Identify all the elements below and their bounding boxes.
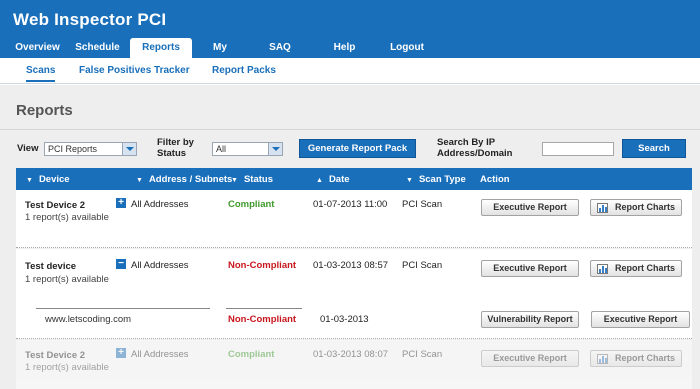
nav-help[interactable]: Help [317, 38, 372, 58]
col-status[interactable]: ▼ Status [231, 174, 273, 185]
status-select-value: All [216, 144, 227, 154]
subrow-date: 01-03-2013 [320, 314, 369, 325]
generate-report-pack-button[interactable]: Generate Report Pack [299, 139, 416, 158]
main-nav: Overview Schedule Reports My Account SAQ… [10, 38, 442, 73]
bar-chart-icon [597, 354, 608, 364]
view-select[interactable]: PCI Reports [44, 142, 137, 156]
reports-table: ▼ Device ▼ Address / Subnets ▼ Status ▲ Date… [16, 168, 692, 389]
app-title: Web Inspector PCI [13, 10, 167, 29]
status-select[interactable]: All [212, 142, 283, 156]
executive-report-button[interactable]: Executive Report [481, 260, 579, 277]
col-status-label: Status [243, 174, 273, 185]
col-device[interactable]: ▼ Device [26, 174, 70, 185]
search-label: Search By IP Address/Domain [437, 137, 513, 159]
subrow-status-badge: Non-Compliant [228, 314, 297, 325]
executive-report-button[interactable]: Executive Report [591, 311, 690, 328]
search-button[interactable]: Search [622, 139, 686, 158]
scan-date: 01-07-2013 11:00 [313, 199, 388, 210]
view-label: View [17, 143, 39, 154]
report-charts-label: Report Charts [614, 263, 675, 273]
sort-down-icon: ▼ [136, 177, 143, 184]
executive-report-button[interactable]: Executive Report [481, 350, 579, 367]
view-select-value: PCI Reports [48, 144, 98, 154]
col-scan-type[interactable]: ▼ Scan Type [406, 174, 466, 185]
page-title: Reports [16, 102, 73, 119]
scan-type: PCI Scan [402, 349, 443, 360]
sort-up-icon: ▲ [316, 177, 323, 184]
device-name: Test Device 2 [25, 350, 86, 361]
reports-available: 1 report(s) available [25, 274, 109, 285]
executive-report-button[interactable]: Executive Report [481, 199, 579, 216]
status-filter-label-line2: Status [157, 148, 187, 159]
divider [36, 308, 210, 309]
col-date-label: Date [328, 174, 350, 185]
nav-saq[interactable]: SAQ [248, 38, 312, 58]
status-badge: Compliant [228, 349, 275, 360]
col-action: Action [480, 174, 510, 185]
table-row: Test device 1 report(s) available − All … [16, 249, 692, 339]
col-address-label: Address / Subnets [148, 174, 233, 185]
address: All Addresses [131, 349, 189, 360]
bar-chart-icon [597, 264, 608, 274]
bar-chart-icon [597, 203, 608, 213]
divider [226, 308, 302, 309]
nav-logout[interactable]: Logout [372, 38, 442, 58]
nav-my-account[interactable]: My Account [192, 38, 248, 73]
subnav-report-packs[interactable]: Report Packs [212, 65, 276, 76]
report-charts-button[interactable]: Report Charts [590, 260, 682, 277]
expand-icon[interactable]: + [116, 348, 126, 358]
sub-nav: Scans False Positives Tracker Report Pac… [0, 58, 700, 84]
col-device-label: Device [38, 174, 70, 185]
report-charts-label: Report Charts [614, 353, 675, 363]
device-name: Test device [25, 261, 77, 272]
sort-down-icon: ▼ [26, 177, 33, 184]
collapse-icon[interactable]: − [116, 259, 126, 269]
table-header: ▼ Device ▼ Address / Subnets ▼ Status ▲ Date… [16, 168, 692, 190]
report-charts-button[interactable]: Report Charts [590, 199, 682, 216]
search-label-line2: Address/Domain [437, 148, 513, 159]
scan-type: PCI Scan [402, 199, 443, 210]
top-bar: Web Inspector PCI Overview Schedule Repo… [0, 0, 700, 73]
scan-type: PCI Scan [402, 260, 443, 271]
chevron-down-icon [122, 143, 136, 155]
search-label-line1: Search By IP [437, 137, 496, 148]
chevron-down-icon [268, 143, 282, 155]
report-charts-label: Report Charts [614, 202, 675, 212]
col-scan-type-label: Scan Type [418, 174, 466, 185]
vulnerability-report-button[interactable]: Vulnerability Report [481, 311, 579, 328]
nav-reports[interactable]: Reports [130, 38, 192, 58]
nav-schedule[interactable]: Schedule [65, 38, 130, 58]
scan-date: 01-03-2013 08:57 [313, 260, 389, 271]
address: All Addresses [131, 260, 189, 271]
table-row: Test Device 2 1 report(s) available + Al… [16, 190, 692, 248]
scan-date: 01-03-2013 08:07 [313, 349, 389, 360]
nav-overview[interactable]: Overview [10, 38, 65, 58]
status-badge: Non-Compliant [228, 260, 297, 271]
subrow-address: www.letscoding.com [45, 314, 132, 325]
device-name: Test Device 2 [25, 200, 86, 211]
reports-available: 1 report(s) available [25, 362, 109, 373]
report-charts-button[interactable]: Report Charts [590, 350, 682, 367]
status-filter-label: Filter by Status [157, 137, 194, 159]
expand-icon[interactable]: + [116, 198, 126, 208]
subnav-false-positives[interactable]: False Positives Tracker [79, 65, 190, 76]
sort-down-icon: ▼ [231, 177, 238, 184]
subnav-scans[interactable]: Scans [26, 65, 56, 82]
sort-down-icon: ▼ [406, 177, 413, 184]
col-date[interactable]: ▲ Date [316, 174, 350, 185]
status-badge: Compliant [228, 199, 275, 210]
address: All Addresses [131, 199, 189, 210]
table-row: Test Device 2 1 report(s) available + Al… [16, 340, 692, 389]
status-filter-label-line1: Filter by [157, 137, 194, 148]
col-address[interactable]: ▼ Address / Subnets [136, 174, 232, 185]
divider [0, 129, 700, 130]
search-input[interactable] [542, 142, 614, 156]
reports-available: 1 report(s) available [25, 212, 109, 223]
